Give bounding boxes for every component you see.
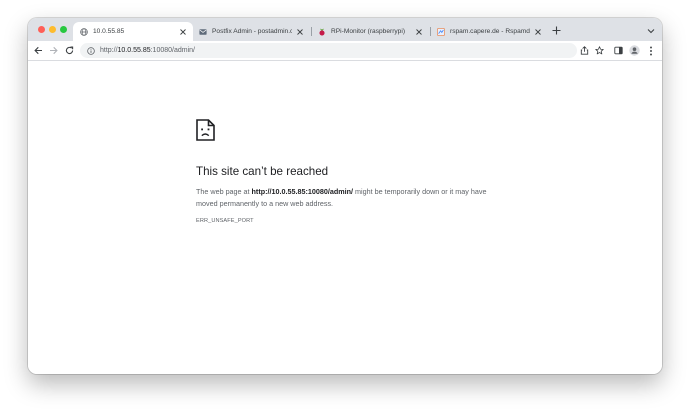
page-content: This site can’t be reached The web page … <box>28 61 662 374</box>
close-icon[interactable] <box>179 28 187 36</box>
tab-postfix-admin[interactable]: Postfix Admin - postadmin.ca <box>192 22 310 41</box>
browser-toolbar: http://10.0.55.85:10080/admin/ <box>28 41 662 61</box>
tab-10-0-55-85[interactable]: 10.0.55.85 <box>73 22 193 41</box>
error-url: http://10.0.55.85:10080/admin/ <box>251 187 354 196</box>
browser-window: 10.0.55.85 Postfix Admin - postadmin.ca … <box>28 18 662 374</box>
error-description-prefix: The web page at <box>196 187 252 196</box>
url-text: http://10.0.55.85:10080/admin/ <box>100 47 195 54</box>
tab-rpi-monitor[interactable]: RPi-Monitor (raspberrypi) <box>311 22 429 41</box>
share-icon[interactable] <box>579 45 590 56</box>
sad-document-icon <box>196 119 215 141</box>
tab-title: 10.0.55.85 <box>93 28 125 35</box>
back-button[interactable] <box>33 45 44 56</box>
tab-title: Postfix Admin - postadmin.ca <box>212 28 292 35</box>
profile-avatar-icon[interactable] <box>629 45 640 56</box>
tab-search-chevron-down-icon[interactable] <box>646 26 655 35</box>
globe-icon <box>80 27 88 36</box>
window-zoom-button[interactable] <box>60 26 67 33</box>
close-icon[interactable] <box>296 28 304 36</box>
tab-rspamd[interactable]: rspam.capere.de - Rspamd We <box>430 22 548 41</box>
postfix-admin-favicon <box>199 28 207 36</box>
error-heading: This site can’t be reached <box>196 165 329 178</box>
close-icon[interactable] <box>415 28 423 36</box>
tab-title: RPi-Monitor (raspberrypi) <box>331 28 406 35</box>
side-panel-icon[interactable] <box>613 45 624 56</box>
close-icon[interactable] <box>534 28 542 36</box>
more-menu-icon[interactable] <box>645 45 656 56</box>
window-close-button[interactable] <box>38 26 45 33</box>
url-host: 10.0.55.85 <box>117 47 151 54</box>
rspamd-favicon <box>437 27 445 36</box>
url-scheme: http:// <box>100 47 118 54</box>
error-code: ERR_UNSAFE_PORT <box>196 218 254 224</box>
tab-title: rspam.capere.de - Rspamd We <box>450 28 530 35</box>
address-bar[interactable]: http://10.0.55.85:10080/admin/ <box>80 43 577 58</box>
forward-button[interactable] <box>48 45 59 56</box>
url-path: :10080/admin/ <box>150 47 195 54</box>
window-minimize-button[interactable] <box>49 26 56 33</box>
tab-strip: 10.0.55.85 Postfix Admin - postadmin.ca … <box>28 18 662 41</box>
new-tab-button[interactable] <box>551 25 561 35</box>
bookmark-star-icon[interactable] <box>594 45 605 56</box>
raspberry-pi-favicon <box>318 28 326 36</box>
error-description: The web page at http://10.0.55.85:10080/… <box>196 186 506 210</box>
reload-button[interactable] <box>64 45 75 56</box>
site-info-icon[interactable] <box>87 46 95 55</box>
